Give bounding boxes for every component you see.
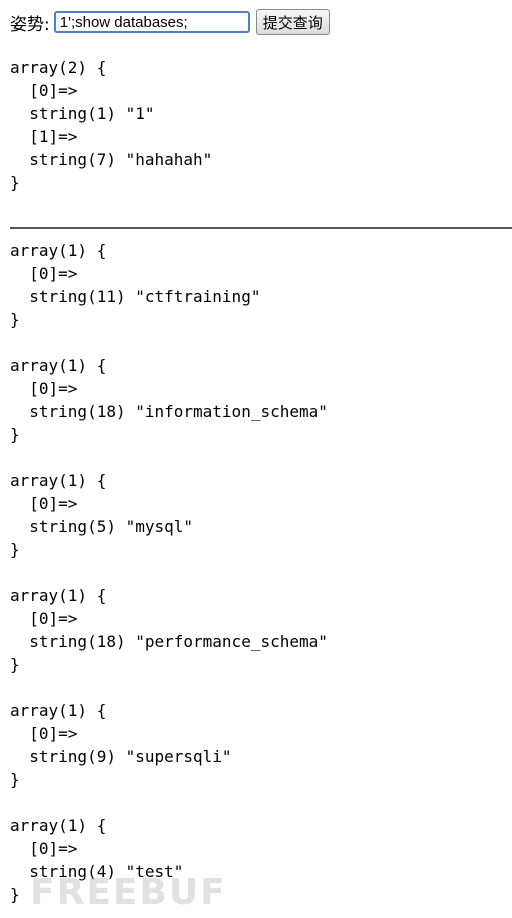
watermark-logo: FREEBUF — [30, 872, 227, 913]
submit-query-button[interactable]: 提交查询 — [255, 9, 330, 35]
query-form: 姿势: 提交查询 — [10, 8, 330, 36]
query-label: 姿势: — [10, 14, 50, 35]
result-block-ctftraining: array(1) { [0]=> string(11) "ctftraining… — [10, 241, 261, 329]
result-block-information-schema: array(1) { [0]=> string(18) "information… — [10, 356, 328, 444]
horizontal-rule — [10, 227, 512, 229]
result-block-performance-schema: array(1) { [0]=> string(18) "performance… — [10, 586, 328, 674]
result-block-first: array(2) { [0]=> string(1) "1" [1]=> str… — [10, 58, 213, 192]
result-block-supersqli: array(1) { [0]=> string(9) "supersqli" } — [10, 701, 232, 789]
query-input[interactable] — [53, 11, 250, 33]
result-block-mysql: array(1) { [0]=> string(5) "mysql" } — [10, 471, 194, 559]
